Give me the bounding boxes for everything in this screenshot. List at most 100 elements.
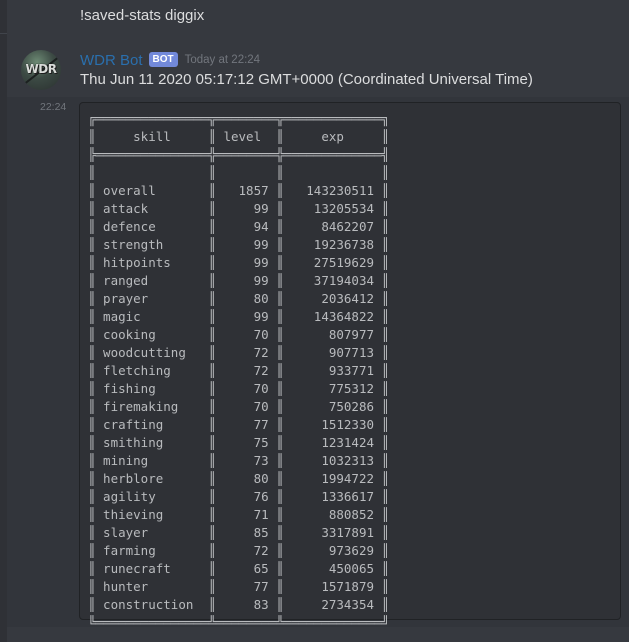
cell-exp: 1336617 <box>283 489 382 504</box>
cell-skill: agility <box>95 489 209 504</box>
cell-level: 80 <box>215 291 277 306</box>
cell-skill: overall <box>95 183 209 198</box>
cell-exp: 1512330 <box>283 417 382 432</box>
cell-skill: slayer <box>95 525 209 540</box>
left-sidebar-edge <box>0 0 7 642</box>
message-content: Thu Jun 11 2020 05:17:12 GMT+0000 (Coord… <box>80 71 533 88</box>
cell-exp: 27519629 <box>283 255 382 270</box>
table-row: ║ hitpoints ║ 99 ║ 27519629 ║ <box>88 255 390 270</box>
table-row: ║ thieving ║ 71 ║ 880852 ║ <box>88 507 390 522</box>
cell-exp: 973629 <box>283 543 382 558</box>
cell-level: 99 <box>215 201 277 216</box>
cell-level: 94 <box>215 219 277 234</box>
cell-level: 76 <box>215 489 277 504</box>
cell-skill: crafting <box>95 417 209 432</box>
cell-exp: 2734354 <box>283 597 382 612</box>
table-row: ║ woodcutting ║ 72 ║ 907713 ║ <box>88 345 390 360</box>
table-header-row: ║ skill ║ level ║ exp ║ <box>88 129 390 144</box>
cell-exp: 807977 <box>283 327 382 342</box>
cell-level: 1857 <box>215 183 277 198</box>
username[interactable]: WDR Bot <box>80 52 143 69</box>
cell-level: 77 <box>215 579 277 594</box>
table-row: ║ fletching ║ 72 ║ 933771 ║ <box>88 363 390 378</box>
cell-exp: 3317891 <box>283 525 382 540</box>
cell-skill: herblore <box>95 471 209 486</box>
cell-skill: runecraft <box>95 561 209 576</box>
bot-avatar[interactable]: WDR <box>21 50 61 90</box>
cell-skill: construction <box>95 597 209 612</box>
table-row: ║ herblore ║ 80 ║ 1994722 ║ <box>88 471 390 486</box>
cell-exp: 907713 <box>283 345 382 360</box>
cell-exp: 450065 <box>283 561 382 576</box>
cell-level: 70 <box>215 399 277 414</box>
cell-skill: strength <box>95 237 209 252</box>
table-row: ║ fishing ║ 70 ║ 775312 ║ <box>88 381 390 396</box>
cell-exp: 1032313 <box>283 453 382 468</box>
cell-level: 65 <box>215 561 277 576</box>
cell-skill: woodcutting <box>95 345 209 360</box>
cell-skill: fletching <box>95 363 209 378</box>
table-row: ║ cooking ║ 70 ║ 807977 ║ <box>88 327 390 342</box>
side-timestamp: 22:24 <box>40 101 67 113</box>
cell-skill: fishing <box>95 381 209 396</box>
cell-level: 80 <box>215 471 277 486</box>
cell-skill: mining <box>95 453 209 468</box>
cell-skill: hitpoints <box>95 255 209 270</box>
message-timestamp: Today at 22:24 <box>184 54 261 66</box>
cell-exp: 19236738 <box>283 237 382 252</box>
cell-level: 83 <box>215 597 277 612</box>
cell-skill: farming <box>95 543 209 558</box>
cell-level: 72 <box>215 543 277 558</box>
table-row: ║ crafting ║ 77 ║ 1512330 ║ <box>88 417 390 432</box>
table-top-border: ╔═══════════════╦════════╦═════════════╗ <box>88 111 390 126</box>
cell-exp: 37194034 <box>283 273 382 288</box>
cell-exp: 1994722 <box>283 471 382 486</box>
cell-level: 99 <box>215 237 277 252</box>
table-row: ║ magic ║ 99 ║ 14364822 ║ <box>88 309 390 324</box>
avatar-text: WDR <box>25 62 57 76</box>
cell-skill: attack <box>95 201 209 216</box>
cell-exp: 13205534 <box>283 201 382 216</box>
cell-level: 72 <box>215 363 277 378</box>
command-message: !saved-stats diggix <box>80 7 205 24</box>
table-row: ║ mining ║ 73 ║ 1032313 ║ <box>88 453 390 468</box>
table-header-separator: ╠═══════════════╬════════╬═════════════╣ <box>88 147 390 162</box>
cell-level: 99 <box>215 255 277 270</box>
cell-skill: prayer <box>95 291 209 306</box>
cell-level: 72 <box>215 345 277 360</box>
cell-exp: 1571879 <box>283 579 382 594</box>
cell-level: 75 <box>215 435 277 450</box>
cell-exp: 775312 <box>283 381 382 396</box>
cell-level: 99 <box>215 309 277 324</box>
cell-level: 77 <box>215 417 277 432</box>
cell-skill: ranged <box>95 273 209 288</box>
table-row: ║ ranged ║ 99 ║ 37194034 ║ <box>88 273 390 288</box>
cell-level: 70 <box>215 327 277 342</box>
message-header: WDR Bot BOT Today at 22:24 <box>80 50 260 70</box>
table-row: ║ farming ║ 72 ║ 973629 ║ <box>88 543 390 558</box>
cell-exp: 1231424 <box>283 435 382 450</box>
stats-table: ╔═══════════════╦════════╦═════════════╗… <box>88 110 389 632</box>
table-row: ║ defence ║ 94 ║ 8462207 ║ <box>88 219 390 234</box>
table-row: ║ overall ║ 1857 ║ 143230511 ║ <box>88 183 390 198</box>
cell-level: 85 <box>215 525 277 540</box>
code-block: ╔═══════════════╦════════╦═════════════╗… <box>79 102 621 630</box>
bot-badge: BOT <box>148 51 178 67</box>
table-row: ║ smithing ║ 75 ║ 1231424 ║ <box>88 435 390 450</box>
table-row: ║ prayer ║ 80 ║ 2036412 ║ <box>88 291 390 306</box>
column-header-exp: exp <box>283 129 382 144</box>
cell-exp: 2036412 <box>283 291 382 306</box>
cell-skill: defence <box>95 219 209 234</box>
cell-skill: hunter <box>95 579 209 594</box>
table-spacer-row: ║ ║ ║ ║ <box>88 165 390 180</box>
table-row: ║ runecraft ║ 65 ║ 450065 ║ <box>88 561 390 576</box>
table-row: ║ agility ║ 76 ║ 1336617 ║ <box>88 489 390 504</box>
table-row: ║ hunter ║ 77 ║ 1571879 ║ <box>88 579 390 594</box>
table-row: ║ construction ║ 83 ║ 2734354 ║ <box>88 597 390 612</box>
table-row: ║ attack ║ 99 ║ 13205534 ║ <box>88 201 390 216</box>
cell-exp: 750286 <box>283 399 382 414</box>
cell-level: 71 <box>215 507 277 522</box>
column-header-level: level <box>215 129 277 144</box>
cell-level: 99 <box>215 273 277 288</box>
table-row: ║ slayer ║ 85 ║ 3317891 ║ <box>88 525 390 540</box>
